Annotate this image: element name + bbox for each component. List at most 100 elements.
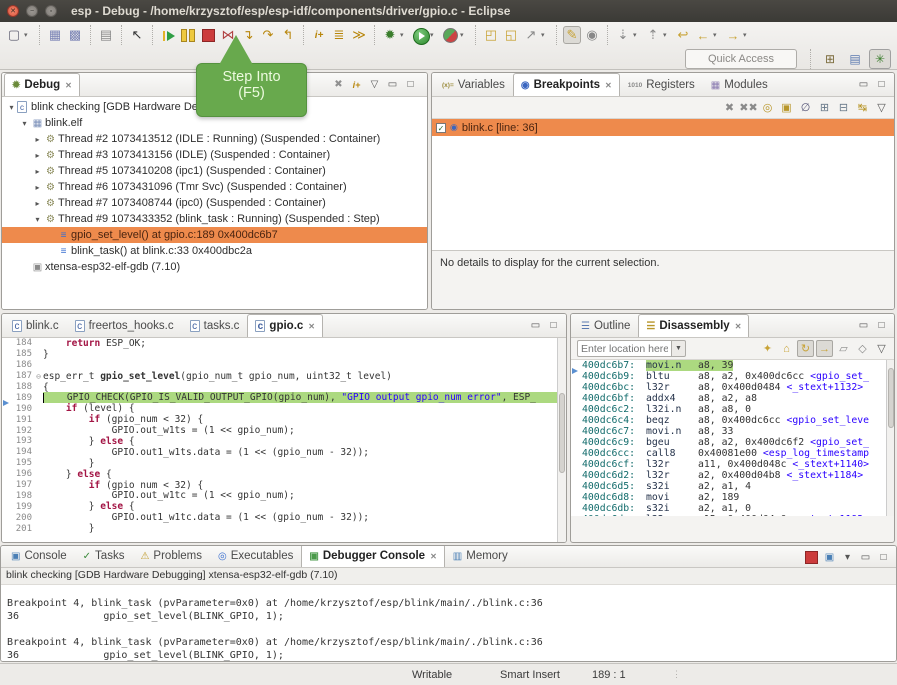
suspend-icon[interactable] xyxy=(179,26,197,44)
back-dropdown[interactable]: ▾ xyxy=(713,31,721,39)
scrollbar-thumb[interactable] xyxy=(888,368,894,428)
minimize-icon[interactable]: ▭ xyxy=(527,317,544,334)
tab-console[interactable]: ▣Console xyxy=(3,545,75,567)
disassembly-scrollbar[interactable] xyxy=(886,360,894,516)
view-menu-icon[interactable]: ▽ xyxy=(873,340,890,357)
remove-all-terminated-icon[interactable]: ✖ xyxy=(330,76,347,93)
disassembly-row[interactable]: 400dc6c9:bgeua8, a2, 0x400dc6f2 <gpio_se… xyxy=(571,437,894,448)
code-line[interactable]: 191 if (gpio_num < 32) { xyxy=(2,414,566,425)
disassembly-row[interactable]: 400dc6bf:addx4a8, a2, a8 xyxy=(571,393,894,404)
debug-dropdown[interactable]: ▾ xyxy=(400,31,408,39)
home-icon[interactable]: ⌂ xyxy=(778,340,795,357)
debug-tree-item[interactable]: ▾▦blink.elf xyxy=(2,115,427,131)
maximize-icon[interactable]: □ xyxy=(402,76,419,93)
tab-disassembly[interactable]: ☰Disassembly✕ xyxy=(638,314,749,337)
show-supported-breakpoints-icon[interactable]: ◎ xyxy=(759,99,776,116)
tab-registers[interactable]: 1010Registers xyxy=(620,73,703,96)
use-step-filters-icon[interactable]: ≫ xyxy=(350,26,368,44)
location-input[interactable] xyxy=(577,340,672,357)
expander-icon[interactable]: ▸ xyxy=(32,199,43,208)
disassembly-row[interactable]: 400dc6d2:l32ra2, 0x400d04b8 <_stext+1184… xyxy=(571,470,894,481)
code-line[interactable]: 199 } else { xyxy=(2,501,566,512)
tab-debug[interactable]: ✹ Debug ✕ xyxy=(4,73,80,96)
minimize-icon[interactable]: ▭ xyxy=(855,317,872,334)
tab-breakpoints[interactable]: ◉Breakpoints✕ xyxy=(513,73,620,96)
open-element-icon[interactable]: ◰ xyxy=(482,26,500,44)
code-line[interactable]: 190 if (level) { xyxy=(2,403,566,414)
disassembly-row[interactable]: 400dc6b7:movi.na8, 39 xyxy=(571,360,894,371)
next-annotation-dropdown[interactable]: ▾ xyxy=(633,31,641,39)
new-wizard-dropdown[interactable]: ▾ xyxy=(24,31,32,39)
sync-context-icon[interactable]: ✦ xyxy=(759,340,776,357)
expander-icon[interactable]: ▸ xyxy=(32,151,43,160)
close-icon[interactable]: ✕ xyxy=(308,322,315,331)
breakpoint-item[interactable]: ✓◉blink.c [line: 36] xyxy=(432,119,894,136)
terminate-icon[interactable] xyxy=(803,549,820,566)
close-icon[interactable]: ✕ xyxy=(430,552,437,561)
window-close-button[interactable]: ✕ xyxy=(7,5,19,17)
code-line[interactable]: 193 } else { xyxy=(2,436,566,447)
maximize-icon[interactable]: □ xyxy=(873,76,890,93)
disassembly-row[interactable]: 400dc6c4:beqza8, 0x400dc6cc <gpio_set_le… xyxy=(571,415,894,426)
disassembly-row[interactable]: 400dc6bc:l32ra8, 0x400d0484 <_stext+1132… xyxy=(571,382,894,393)
location-dropdown-icon[interactable]: ▼ xyxy=(672,340,686,357)
breakpoint-checkbox[interactable]: ✓ xyxy=(436,123,446,133)
view-menu-icon[interactable]: ▽ xyxy=(873,99,890,116)
terminate-icon[interactable] xyxy=(199,26,217,44)
save-all-icon[interactable]: ▩ xyxy=(66,26,84,44)
minimize-icon[interactable]: ▭ xyxy=(855,76,872,93)
debug-tree-item[interactable]: ▣xtensa-esp32-elf-gdb (7.10) xyxy=(2,259,427,275)
previous-annotation-dropdown[interactable]: ▾ xyxy=(663,31,671,39)
code-line[interactable]: 198 GPIO.out_w1tc = (1 << gpio_num); xyxy=(2,490,566,501)
cpp-perspective-button[interactable]: ▤ xyxy=(844,49,866,69)
step-over-icon[interactable]: ↷ xyxy=(259,26,277,44)
code-line[interactable]: 188{ xyxy=(2,382,566,393)
forward-icon[interactable]: → xyxy=(724,26,742,44)
follow-pc-icon[interactable]: → xyxy=(816,340,833,357)
debug-tree-item[interactable]: ▸⚙Thread #3 1073413156 (IDLE) (Suspended… xyxy=(2,147,427,163)
step-return-icon[interactable]: ↰ xyxy=(279,26,297,44)
console-dropdown-icon[interactable]: ▾ xyxy=(839,549,856,566)
disassembly-row[interactable]: 400dc6cc:call80x40081e00 <esp_log_timest… xyxy=(571,448,894,459)
debug-tree-item[interactable]: ▸⚙Thread #2 1073413512 (IDLE : Running) … xyxy=(2,131,427,147)
expander-icon[interactable]: ▾ xyxy=(19,119,30,128)
tab-problems[interactable]: ⚠Problems xyxy=(132,545,210,567)
expander-icon[interactable]: ▸ xyxy=(32,167,43,176)
disassembly-row[interactable]: 400dc6db:s32ia2, a1, 0 xyxy=(571,503,894,514)
code-line[interactable]: 196 } else { xyxy=(2,469,566,480)
expander-icon[interactable]: ▸ xyxy=(32,135,43,144)
remove-breakpoint-icon[interactable]: ✖ xyxy=(721,99,738,116)
maximize-icon[interactable]: □ xyxy=(873,317,890,334)
code-line[interactable]: 189 GPIO_CHECK(GPIO_IS_VALID_OUTPUT_GPIO… xyxy=(2,392,566,403)
instruction-stepping-mode-icon[interactable]: i+ xyxy=(348,76,365,93)
tab-variables[interactable]: (x)=Variables xyxy=(434,73,513,96)
next-annotation-icon[interactable]: ⇣ xyxy=(614,26,632,44)
disassembly-row[interactable]: 400dc6d5:s32ia2, a1, 4 xyxy=(571,481,894,492)
display-console-icon[interactable]: ▣ xyxy=(821,549,838,566)
debug-tree-item[interactable]: ▸⚙Thread #5 1073410208 (ipc1) (Suspended… xyxy=(2,163,427,179)
open-new-view-icon[interactable]: ▱ xyxy=(835,340,852,357)
code-line[interactable]: 200 GPIO.out1_w1tc.data = (1 << (gpio_nu… xyxy=(2,512,566,523)
open-perspective-icon[interactable]: ⊞ xyxy=(819,49,841,69)
debug-tree-item[interactable]: ▸⚙Thread #6 1073431096 (Tmr Svc) (Suspen… xyxy=(2,179,427,195)
link-with-debug-icon[interactable]: ↹ xyxy=(854,99,871,116)
tab-debugger-console[interactable]: ▣Debugger Console✕ xyxy=(301,545,444,567)
goto-file-icon[interactable]: ▣ xyxy=(778,99,795,116)
code-line[interactable]: 201 } xyxy=(2,523,566,534)
mark-occurrences-icon[interactable]: ✎ xyxy=(563,26,581,44)
tab-tasks[interactable]: ✓Tasks xyxy=(75,545,133,567)
last-edit-location-icon[interactable]: ↩ xyxy=(674,26,692,44)
coverage-icon[interactable] xyxy=(441,26,459,44)
pin-view-icon[interactable]: ◇ xyxy=(854,340,871,357)
instruction-stepping-icon[interactable]: i+ xyxy=(310,26,328,44)
close-icon[interactable]: ✕ xyxy=(65,81,72,90)
scrollbar-thumb[interactable] xyxy=(559,393,565,473)
expander-icon[interactable]: ▾ xyxy=(6,103,17,112)
debug-icon[interactable]: ✹ xyxy=(381,26,399,44)
disassembly-listing[interactable]: 400dc6b7:movi.na8, 39400dc6b9:bltua8, a2… xyxy=(571,360,894,516)
debug-tree-item[interactable]: ▾⚙Thread #9 1073433352 (blink_task : Run… xyxy=(2,211,427,227)
external-tools-dropdown[interactable]: ▾ xyxy=(541,31,549,39)
debug-tree-item[interactable]: ≡blink_task() at blink.c:33 0x400dbc2a xyxy=(2,243,427,259)
remove-all-breakpoints-icon[interactable]: ✖✖ xyxy=(740,99,757,116)
code-line[interactable]: 192 GPIO.out_w1ts = (1 << gpio_num); xyxy=(2,425,566,436)
